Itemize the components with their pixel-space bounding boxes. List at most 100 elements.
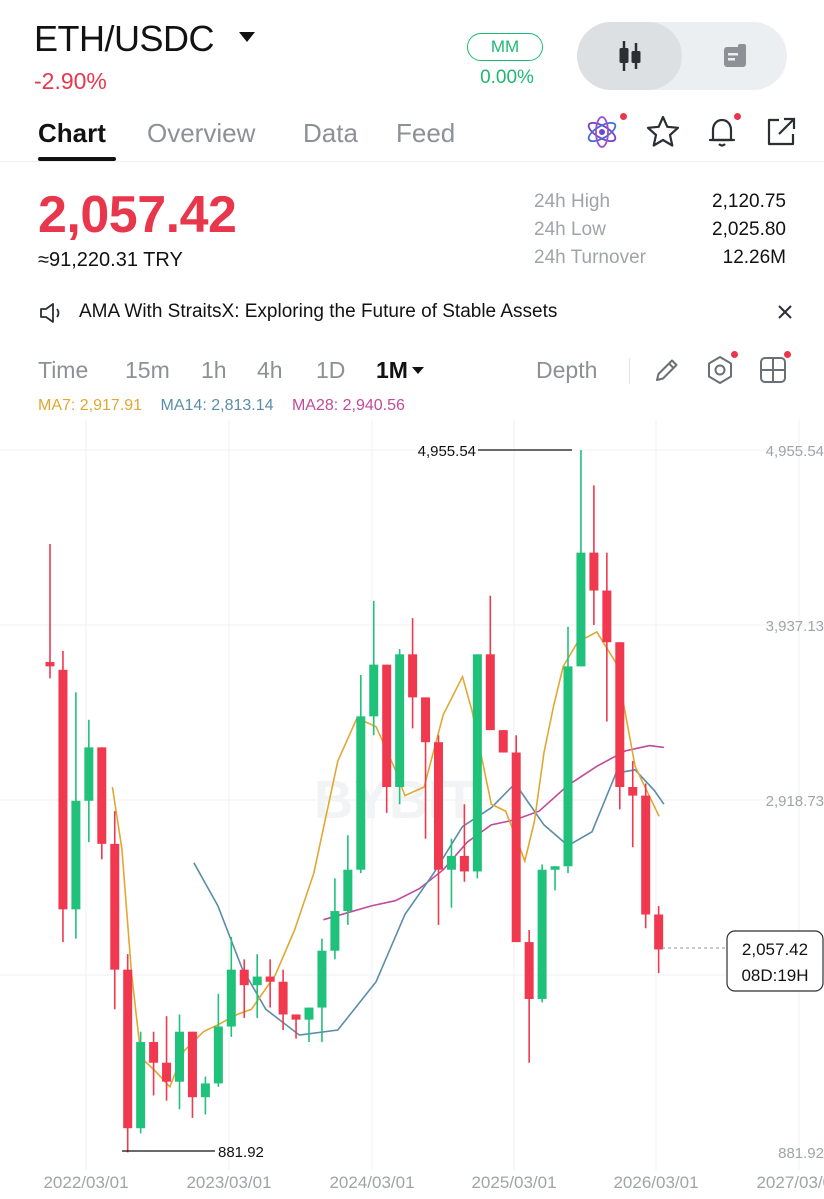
interval-15m[interactable]: 15m	[125, 357, 170, 384]
candle	[524, 930, 534, 1063]
pencil-icon[interactable]	[651, 354, 683, 386]
candle-body	[330, 911, 340, 951]
countdown-tag: 08D:19H	[741, 966, 808, 985]
candle	[304, 1007, 314, 1043]
notification-dot	[734, 113, 741, 120]
x-tick-label: 2027/03/01	[756, 1173, 824, 1192]
candle	[356, 674, 366, 874]
high-marker-label: 4,955.54	[418, 443, 476, 460]
candle	[628, 761, 638, 848]
candle-body	[123, 969, 133, 1129]
candle	[265, 959, 275, 1008]
indicator-settings-icon[interactable]	[704, 354, 736, 386]
interval-4h[interactable]: 4h	[257, 357, 283, 384]
stat-value-high: 2,120.75	[712, 191, 786, 212]
candle	[97, 747, 107, 860]
candle	[175, 1014, 184, 1110]
candle	[369, 600, 379, 736]
candle-body	[187, 1031, 197, 1098]
candle	[149, 1031, 159, 1096]
candle-body	[291, 1014, 301, 1020]
candlestick-chart[interactable]: BYBIT 4,955.54 3,937.13 2,918.73 881.92 202…	[0, 420, 824, 1199]
header: ETH/USDC -2.90% MM 0.00%	[0, 0, 824, 100]
close-icon[interactable]	[776, 303, 794, 321]
candle	[123, 954, 133, 1153]
share-icon[interactable]	[763, 114, 799, 150]
ma-legend: MA7: 2,917.91 MA14: 2,813.14 MA28: 2,940…	[38, 397, 419, 415]
notification-dot	[620, 113, 627, 120]
candle-body	[654, 914, 664, 950]
interval-1h[interactable]: 1h	[201, 357, 227, 384]
layout-grid-icon[interactable]	[757, 354, 789, 386]
candle-body	[498, 730, 508, 753]
candle-body	[446, 855, 456, 870]
candle	[602, 552, 612, 722]
depth-button[interactable]: Depth	[536, 357, 597, 384]
tab-overview[interactable]: Overview	[147, 118, 255, 149]
x-tick-label: 2024/03/01	[329, 1173, 414, 1192]
candle-body	[576, 552, 586, 667]
x-axis: 2022/03/01 2023/03/01 2024/03/01 2025/03/01…	[43, 1173, 824, 1192]
caret-down-icon[interactable]	[238, 30, 256, 44]
stat-value-turnover: 12.26M	[722, 247, 786, 268]
candle	[226, 936, 236, 1037]
candle	[252, 954, 262, 1018]
candle-body	[200, 1083, 210, 1098]
candle	[45, 544, 55, 679]
orderbook-view-button[interactable]	[682, 22, 787, 90]
interval-1m[interactable]: 1M	[376, 357, 408, 384]
y-tick-label: 3,937.13	[766, 618, 824, 635]
candle-body	[317, 950, 327, 1008]
mm-value: 0.00%	[480, 67, 534, 88]
candle	[589, 485, 599, 626]
candle	[485, 595, 495, 731]
candle-body	[421, 697, 431, 743]
tab-feed[interactable]: Feed	[396, 118, 455, 149]
candle-body	[71, 800, 81, 910]
candle-body	[615, 642, 625, 787]
candle-body	[369, 664, 379, 717]
notification-dot	[784, 351, 791, 358]
candle-body	[537, 869, 547, 999]
star-icon[interactable]	[645, 114, 681, 150]
candle	[511, 735, 521, 943]
candle	[71, 692, 81, 939]
pair-title[interactable]: ETH/USDC	[34, 18, 215, 60]
view-toggle	[577, 22, 787, 90]
tab-chart[interactable]: Chart	[38, 118, 106, 149]
announcement-bar[interactable]: AMA With StraitsX: Exploring the Future …	[38, 300, 798, 326]
notification-dot	[731, 351, 738, 358]
candle-body	[485, 654, 495, 731]
candle-body	[382, 664, 392, 787]
candle	[550, 866, 560, 891]
candle	[434, 735, 443, 925]
mm-badge[interactable]: MM	[467, 33, 543, 61]
announcement-text[interactable]: AMA With StraitsX: Exploring the Future …	[79, 301, 557, 323]
candle	[136, 1031, 146, 1134]
candle	[408, 618, 418, 729]
ma28-label: MA28: 2,940.56	[291, 397, 405, 414]
toolbar-divider	[629, 358, 630, 384]
book-icon	[723, 44, 746, 67]
candle-body	[226, 969, 236, 1027]
interval-1d[interactable]: 1D	[316, 357, 345, 384]
interval-time[interactable]: Time	[38, 357, 88, 384]
candle-body	[278, 981, 288, 1015]
y-tick-label: 4,955.54	[766, 443, 824, 460]
candle-body	[524, 942, 534, 999]
candle-body	[45, 662, 55, 667]
candle	[58, 650, 68, 943]
x-tick-label: 2022/03/01	[43, 1173, 128, 1192]
tab-data[interactable]: Data	[303, 118, 358, 149]
candle-body	[84, 747, 94, 801]
candle	[110, 811, 120, 1010]
candle-body	[304, 1007, 314, 1020]
candle-body	[511, 752, 521, 943]
candle-body	[149, 1042, 159, 1063]
candle	[213, 993, 223, 1087]
candle-body	[136, 1042, 146, 1129]
candle-body	[641, 795, 651, 915]
ai-atom-icon[interactable]	[584, 114, 620, 150]
chart-view-button[interactable]	[577, 22, 682, 90]
caret-down-icon[interactable]	[412, 366, 424, 375]
